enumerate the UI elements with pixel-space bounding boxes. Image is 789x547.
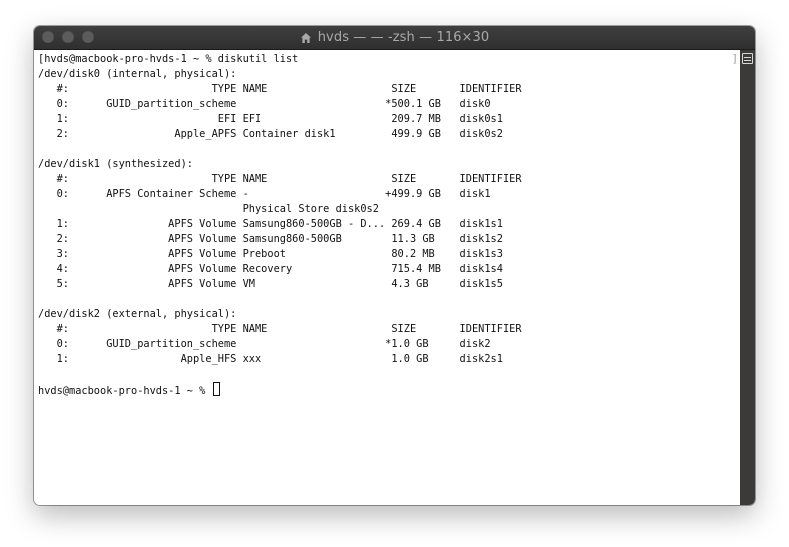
terminal-line: /dev/disk0 (internal, physical): [38,68,237,80]
terminal-line: 5: APFS Volume VM 4.3 GB disk1s5 [38,278,503,290]
terminal-output[interactable]: [hvds@macbook-pro-hvds-1 ~ % diskutil li… [38,52,738,397]
shell-prompt: hvds@macbook-pro-hvds-1 ~ % [38,385,212,397]
terminal-line: 2: APFS Volume Samsung860-500GB 11.3 GB … [38,233,503,245]
terminal-window: hvds — — -zsh — 116×30 [hvds@macbook-pro… [34,26,755,505]
window-title-container: hvds — — -zsh — 116×30 [34,26,755,49]
terminal-line: 3: APFS Volume Preboot 80.2 MB disk1s3 [38,248,503,260]
terminal-line: 0: APFS Container Scheme - +499.9 GB dis… [38,188,491,200]
terminal-content[interactable]: [hvds@macbook-pro-hvds-1 ~ % diskutil li… [34,50,740,505]
terminal-line: #: TYPE NAME SIZE IDENTIFIER [38,83,522,95]
window-title: hvds — — -zsh — 116×30 [317,30,490,45]
title-bar[interactable]: hvds — — -zsh — 116×30 [34,26,755,50]
terminal-line: 0: GUID_partition_scheme *500.1 GB disk0 [38,98,491,110]
terminal-line: 1: EFI EFI 209.7 MB disk0s1 [38,113,503,125]
terminal-line: /dev/disk2 (external, physical): [38,308,237,320]
terminal-line: 1: APFS Volume Samsung860-500GB - D... 2… [38,218,503,230]
split-pane-icon[interactable] [742,53,753,64]
terminal-line: 2: Apple_APFS Container disk1 499.9 GB d… [38,128,503,140]
terminal-line: 0: GUID_partition_scheme *1.0 GB disk2 [38,338,491,350]
terminal-right-bracket: ] [731,53,738,65]
prompt-line[interactable]: hvds@macbook-pro-hvds-1 ~ % [38,382,738,397]
terminal-line: /dev/disk1 (synthesized): [38,158,193,170]
terminal-line: 4: APFS Volume Recovery 715.4 MB disk1s4 [38,263,503,275]
terminal-line: Physical Store disk0s2 [38,203,379,215]
terminal-line: [hvds@macbook-pro-hvds-1 ~ % diskutil li… [38,53,299,65]
terminal-line: #: TYPE NAME SIZE IDENTIFIER [38,173,522,185]
terminal-line: #: TYPE NAME SIZE IDENTIFIER [38,323,522,335]
home-folder-icon [300,32,312,44]
text-cursor [212,382,220,396]
terminal-line: 1: Apple_HFS xxx 1.0 GB disk2s1 [38,353,503,365]
scrollbar-gutter[interactable] [740,50,755,505]
